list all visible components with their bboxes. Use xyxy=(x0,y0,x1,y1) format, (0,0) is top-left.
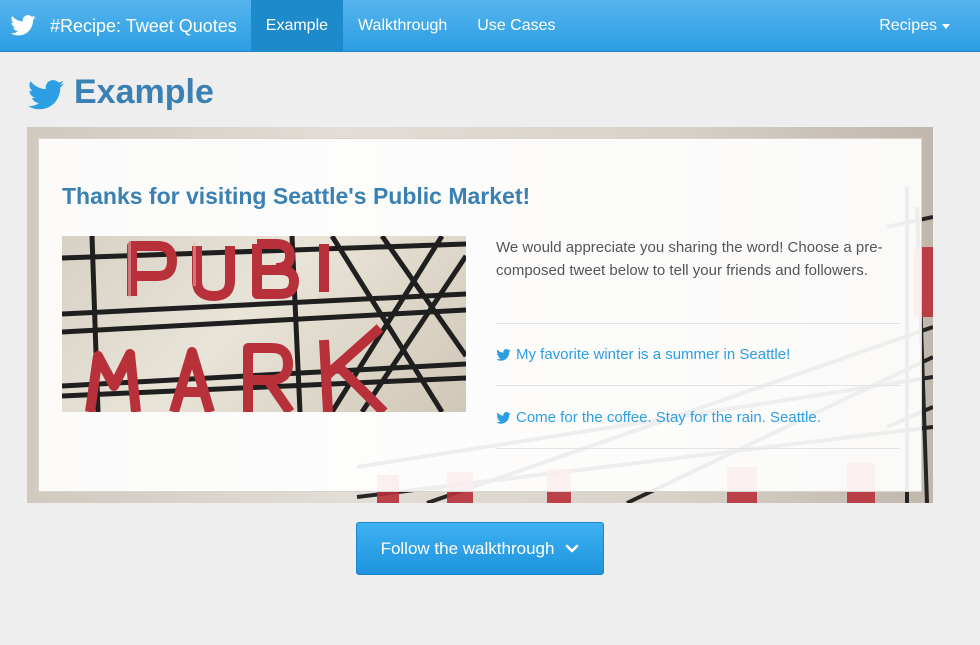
recipes-dropdown-label: Recipes xyxy=(879,16,937,34)
brand-title[interactable]: #Recipe: Tweet Quotes xyxy=(46,0,251,51)
twitter-bird-icon xyxy=(496,348,511,361)
tweet-quote-text: Come for the coffee. Stay for the rain. … xyxy=(516,409,821,426)
chevron-down-icon xyxy=(566,544,579,552)
caret-down-icon xyxy=(942,24,950,29)
public-market-photo xyxy=(62,236,466,412)
page-header: Example xyxy=(28,72,214,112)
card-title: Thanks for visiting Seattle's Public Mar… xyxy=(62,183,531,209)
nav-tab-use-cases[interactable]: Use Cases xyxy=(462,0,570,51)
hero-banner: Thanks for visiting Seattle's Public Mar… xyxy=(27,127,933,503)
tweet-quote-text: My favorite winter is a summer in Seattl… xyxy=(516,346,791,363)
follow-walkthrough-label: Follow the walkthrough xyxy=(380,538,555,558)
public-market-sign-graphic xyxy=(62,236,466,412)
recipes-dropdown[interactable]: Recipes xyxy=(865,0,980,51)
share-intro-text: We would appreciate you sharing the word… xyxy=(496,239,883,279)
tweet-quote-link[interactable]: Come for the coffee. Stay for the rain. … xyxy=(496,409,821,426)
tweet-quote-card: Thanks for visiting Seattle's Public Mar… xyxy=(38,138,922,492)
divider xyxy=(496,323,900,324)
twitter-bird-icon xyxy=(496,411,511,424)
nav-tab-walkthrough[interactable]: Walkthrough xyxy=(343,0,462,51)
top-navbar: #Recipe: Tweet Quotes Example Walkthroug… xyxy=(0,0,980,52)
divider xyxy=(496,385,900,386)
nav-tab-example[interactable]: Example xyxy=(250,0,344,51)
twitter-bird-icon[interactable] xyxy=(0,0,46,51)
follow-walkthrough-button[interactable]: Follow the walkthrough xyxy=(356,522,604,575)
page-title: Example xyxy=(74,73,214,111)
twitter-bird-icon xyxy=(28,80,64,110)
divider xyxy=(496,448,900,449)
tweet-quote-link[interactable]: My favorite winter is a summer in Seattl… xyxy=(496,346,790,363)
